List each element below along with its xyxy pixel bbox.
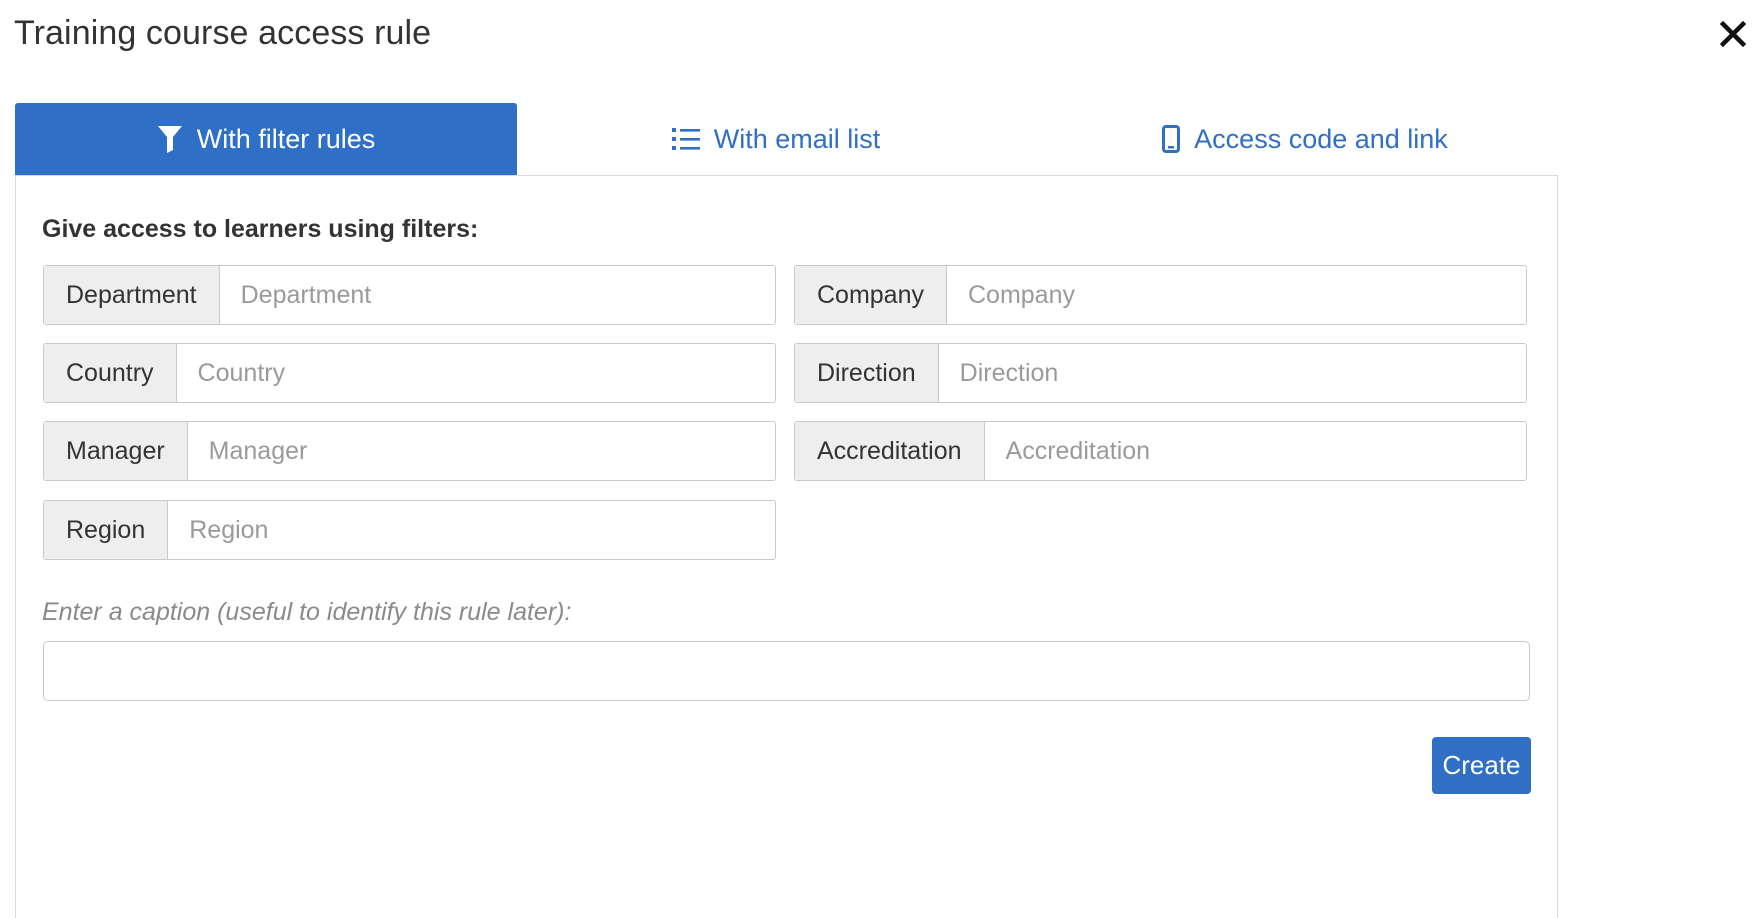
access-rule-dialog: Training course access rule With filter …: [0, 0, 1762, 918]
region-input[interactable]: [168, 501, 775, 559]
company-input[interactable]: [947, 266, 1526, 324]
region-label: Region: [44, 501, 169, 559]
tab-email-list[interactable]: With email list: [517, 103, 1035, 175]
filter-icon: [157, 125, 183, 153]
direction-input[interactable]: [938, 344, 1526, 402]
manager-label: Manager: [44, 422, 188, 480]
accreditation-input[interactable]: [984, 422, 1526, 480]
mobile-icon: [1162, 125, 1181, 153]
department-label: Department: [44, 266, 220, 324]
country-input[interactable]: [176, 344, 775, 402]
company-label: Company: [795, 266, 947, 324]
tab-label: Access code and link: [1194, 123, 1448, 154]
manager-input[interactable]: [187, 422, 775, 480]
tab-access-code[interactable]: Access code and link: [1035, 103, 1575, 175]
tab-bar: With filter rules With email list Access…: [15, 103, 1555, 175]
direction-label: Direction: [795, 344, 939, 402]
tab-label: With filter rules: [196, 123, 376, 154]
accreditation-label: Accreditation: [795, 422, 985, 480]
create-button[interactable]: Create: [1432, 737, 1531, 794]
caption-label: Enter a caption (useful to identify this…: [42, 598, 572, 626]
close-icon: [1719, 20, 1747, 48]
dialog-title: Training course access rule: [14, 14, 432, 52]
manager-filter: Manager: [43, 421, 776, 481]
region-filter: Region: [43, 500, 776, 560]
caption-input[interactable]: [43, 641, 1530, 701]
tab-filter-rules[interactable]: With filter rules: [15, 103, 517, 175]
country-label: Country: [44, 344, 177, 402]
tab-label: With email list: [713, 123, 881, 154]
country-filter: Country: [43, 343, 776, 403]
list-icon: [671, 127, 700, 151]
department-input[interactable]: [219, 266, 775, 324]
close-button[interactable]: [1717, 18, 1749, 50]
company-filter: Company: [794, 265, 1527, 325]
department-filter: Department: [43, 265, 776, 325]
filters-heading: Give access to learners using filters:: [42, 215, 479, 243]
accreditation-filter: Accreditation: [794, 421, 1527, 481]
direction-filter: Direction: [794, 343, 1527, 403]
